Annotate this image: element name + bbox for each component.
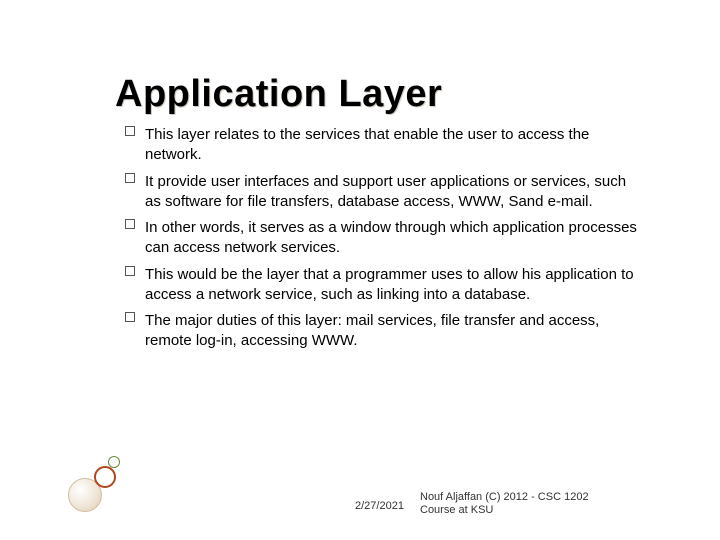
footer-date: 2/27/2021 [355,500,404,512]
bullet-text: In other words, it serves as a window th… [145,219,637,256]
list-item: This would be the layer that a programme… [125,265,645,306]
decorative-circles [68,456,128,516]
credit-line-1: Nouf Aljaffan (C) 2012 - CSC 1202 [420,491,589,503]
list-item: The major duties of this layer: mail ser… [125,311,645,352]
checkbox-icon [125,126,135,136]
credit-line-2: Course at KSU [420,504,493,516]
bullet-text: This layer relates to the services that … [145,126,589,163]
circle-outline-small-icon [108,456,120,468]
checkbox-icon [125,312,135,322]
slide-title: Application Layer [115,73,442,116]
bullet-text: This would be the layer that a programme… [145,266,634,303]
circle-outline-icon [94,466,116,488]
checkbox-icon [125,219,135,229]
checkbox-icon [125,266,135,276]
list-item: This layer relates to the services that … [125,125,645,166]
list-item: In other words, it serves as a window th… [125,218,645,259]
checkbox-icon [125,173,135,183]
slide-body: This layer relates to the services that … [125,125,645,358]
bullet-list: This layer relates to the services that … [125,125,645,352]
footer-credit: Nouf Aljaffan (C) 2012 - CSC 1202 Course… [420,491,620,519]
list-item: It provide user interfaces and support u… [125,172,645,213]
bullet-text: It provide user interfaces and support u… [145,173,626,210]
bullet-text: The major duties of this layer: mail ser… [145,312,599,349]
